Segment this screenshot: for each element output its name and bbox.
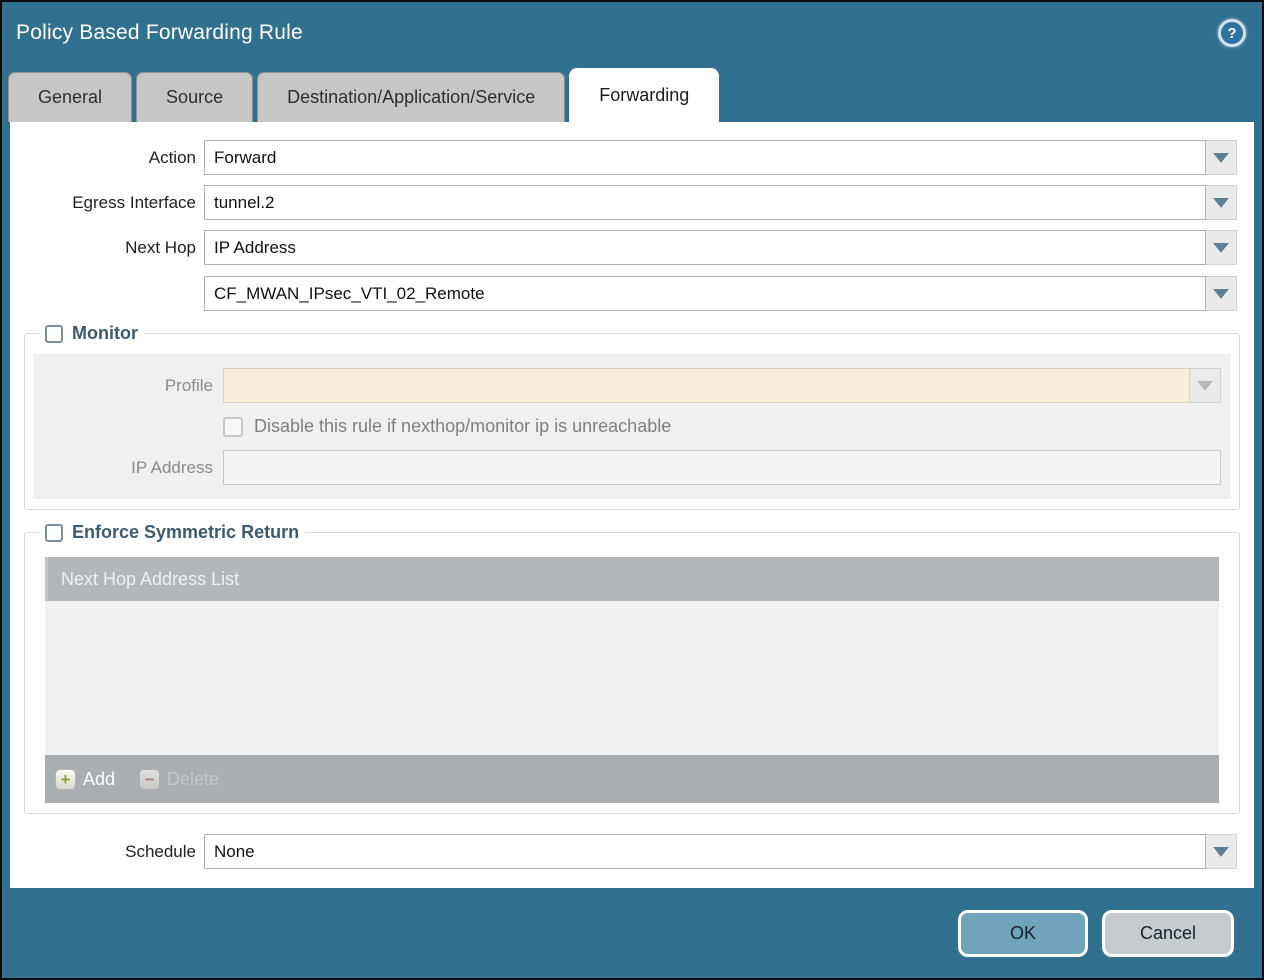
delete-icon: − xyxy=(139,769,160,790)
action-select: Forward xyxy=(204,140,1237,175)
next-hop-address-table-header: Next Hop Address List xyxy=(45,557,1219,601)
next-hop-dropdown-button[interactable] xyxy=(1206,230,1237,265)
add-icon: + xyxy=(55,769,76,790)
symmetric-return-legend: Enforce Symmetric Return xyxy=(39,522,305,543)
schedule-select: None xyxy=(204,834,1237,869)
chevron-down-icon xyxy=(1197,381,1213,391)
chevron-down-icon xyxy=(1213,243,1229,253)
action-dropdown-button[interactable] xyxy=(1206,140,1237,175)
cancel-button[interactable]: Cancel xyxy=(1102,910,1234,957)
pbf-rule-dialog: Policy Based Forwarding Rule ? General S… xyxy=(0,0,1264,980)
chevron-down-icon xyxy=(1213,847,1229,857)
tab-destination-application-service[interactable]: Destination/Application/Service xyxy=(257,72,565,122)
chevron-down-icon xyxy=(1213,198,1229,208)
next-hop-address-row: CF_MWAN_IPsec_VTI_02_Remote xyxy=(10,276,1254,311)
chevron-down-icon xyxy=(1213,289,1229,299)
next-hop-address-table-body[interactable] xyxy=(45,601,1219,755)
monitor-section: Monitor Profile Disable th xyxy=(24,323,1240,510)
symmetric-return-section-label: Enforce Symmetric Return xyxy=(72,522,299,543)
next-hop-address-value[interactable]: CF_MWAN_IPsec_VTI_02_Remote xyxy=(204,276,1206,311)
add-button[interactable]: + Add xyxy=(55,769,115,790)
dialog-footer: OK Cancel xyxy=(2,888,1262,978)
egress-interface-label: Egress Interface xyxy=(10,193,204,213)
monitor-section-label: Monitor xyxy=(72,323,138,344)
action-label: Action xyxy=(10,148,204,168)
egress-interface-row: Egress Interface tunnel.2 xyxy=(10,185,1254,220)
next-hop-address-table: Next Hop Address List + Add − Delete xyxy=(45,557,1219,803)
monitor-ip-address-input-wrap xyxy=(223,450,1221,485)
monitor-legend: Monitor xyxy=(39,323,144,344)
schedule-dropdown-button[interactable] xyxy=(1206,834,1237,869)
schedule-row: Schedule None xyxy=(10,834,1254,869)
profile-label: Profile xyxy=(33,376,223,396)
add-button-label: Add xyxy=(83,769,115,790)
next-hop-value[interactable]: IP Address xyxy=(204,230,1206,265)
action-row: Action Forward xyxy=(10,140,1254,175)
symmetric-return-section: Enforce Symmetric Return Next Hop Addres… xyxy=(24,522,1240,814)
next-hop-address-table-toolbar: + Add − Delete xyxy=(45,755,1219,803)
help-icon[interactable]: ? xyxy=(1218,19,1246,47)
egress-interface-value[interactable]: tunnel.2 xyxy=(204,185,1206,220)
monitor-ip-address-label: IP Address xyxy=(33,458,223,478)
tab-forwarding[interactable]: Forwarding xyxy=(569,68,719,122)
monitor-ip-address-input xyxy=(223,450,1221,485)
egress-interface-select: tunnel.2 xyxy=(204,185,1237,220)
next-hop-address-select: CF_MWAN_IPsec_VTI_02_Remote xyxy=(204,276,1237,311)
chevron-down-icon xyxy=(1213,153,1229,163)
tab-bar: General Source Destination/Application/S… xyxy=(2,64,1262,122)
delete-button: − Delete xyxy=(139,769,219,790)
next-hop-row: Next Hop IP Address xyxy=(10,230,1254,265)
dialog-title: Policy Based Forwarding Rule xyxy=(16,21,303,45)
egress-interface-dropdown-button[interactable] xyxy=(1206,185,1237,220)
disable-rule-row: Disable this rule if nexthop/monitor ip … xyxy=(33,416,1231,437)
profile-dropdown-button xyxy=(1190,368,1221,403)
profile-row: Profile xyxy=(33,368,1231,403)
disable-rule-checkbox xyxy=(223,417,243,437)
next-hop-select: IP Address xyxy=(204,230,1237,265)
action-value[interactable]: Forward xyxy=(204,140,1206,175)
profile-value xyxy=(223,368,1190,403)
delete-button-label: Delete xyxy=(167,769,219,790)
next-hop-label: Next Hop xyxy=(10,238,204,258)
disable-rule-label: Disable this rule if nexthop/monitor ip … xyxy=(254,416,671,437)
disable-rule-control: Disable this rule if nexthop/monitor ip … xyxy=(223,416,671,437)
ok-button[interactable]: OK xyxy=(958,910,1088,957)
profile-select xyxy=(223,368,1221,403)
monitor-ip-address-row: IP Address xyxy=(33,450,1231,485)
dialog-titlebar: Policy Based Forwarding Rule ? xyxy=(2,2,1262,64)
schedule-label: Schedule xyxy=(10,842,204,862)
tab-source[interactable]: Source xyxy=(136,72,253,122)
tab-general[interactable]: General xyxy=(8,72,132,122)
tab-content-forwarding: Action Forward Egress Interface tunnel.2… xyxy=(10,122,1254,888)
schedule-value[interactable]: None xyxy=(204,834,1206,869)
symmetric-return-checkbox[interactable] xyxy=(45,524,63,542)
next-hop-address-dropdown-button[interactable] xyxy=(1206,276,1237,311)
monitor-panel: Profile Disable this rule if nexthop/mon… xyxy=(33,354,1231,499)
monitor-checkbox[interactable] xyxy=(45,325,63,343)
